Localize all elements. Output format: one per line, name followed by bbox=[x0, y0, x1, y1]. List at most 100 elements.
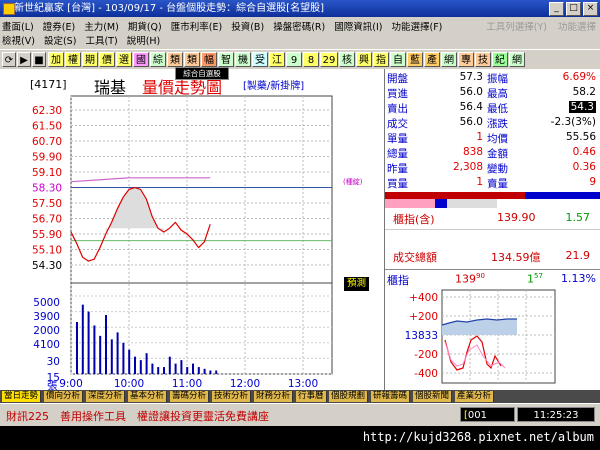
toolbar-button-3[interactable]: 價 bbox=[99, 52, 115, 67]
toolbar-button-14[interactable]: 9 bbox=[286, 52, 302, 67]
toolbar-button-24[interactable]: 專 bbox=[458, 52, 474, 67]
minimize-button[interactable]: _ bbox=[549, 2, 564, 16]
toolbar-button-2[interactable]: 期 bbox=[82, 52, 98, 67]
volume-bar bbox=[203, 368, 206, 374]
menu-forex-rates[interactable]: 匯市利率(E) bbox=[171, 22, 222, 33]
tab-11[interactable]: 產業分析 bbox=[455, 391, 495, 402]
menu-toolbar-select[interactable]: 工具列選擇(Y) bbox=[486, 22, 547, 33]
menu-screen[interactable]: 畫面(L) bbox=[2, 22, 34, 33]
menu-view[interactable]: 檢視(V) bbox=[2, 36, 35, 47]
volume-bar bbox=[197, 367, 200, 374]
time-tick-label: 9:00 bbox=[59, 378, 83, 390]
toolbar-button-17[interactable]: 核 bbox=[339, 52, 355, 67]
quote-value: 57.3 bbox=[459, 71, 483, 83]
tab-10[interactable]: 個股新聞 bbox=[413, 391, 453, 402]
quote-value: 9 bbox=[589, 176, 596, 188]
play-icon[interactable]: ▶ bbox=[17, 52, 31, 67]
toolbar-button-16[interactable]: 29 bbox=[320, 52, 338, 67]
price-tick-label: 55.90 bbox=[32, 229, 62, 241]
bid-ask-bar-2 bbox=[385, 199, 600, 208]
toolbar-button-11[interactable]: 機 bbox=[235, 52, 251, 67]
toolbar-button-27[interactable]: 網 bbox=[509, 52, 525, 67]
plot-frame bbox=[70, 95, 333, 375]
toolbar-button-19[interactable]: 指 bbox=[373, 52, 389, 67]
menu-trading-code[interactable]: 操盤密碼(R) bbox=[273, 22, 325, 33]
toolbar-button-7[interactable]: 類 bbox=[167, 52, 183, 67]
tab-4[interactable]: 籌碼分析 bbox=[170, 391, 210, 402]
news-marquee[interactable]: 財訊225 善用操作工具 權證讓投資更靈活免費講座 bbox=[6, 408, 269, 424]
tab-8[interactable]: 個股規劃 bbox=[329, 391, 369, 402]
tab-1[interactable]: 價向分析 bbox=[44, 391, 84, 402]
tab-7[interactable]: 行事曆 bbox=[296, 391, 327, 402]
quote-label: 買進 bbox=[387, 88, 408, 100]
window-controls: _ □ × bbox=[549, 2, 598, 16]
quote-value: 6.69% bbox=[562, 71, 596, 83]
toolbar-button-10[interactable]: 智 bbox=[218, 52, 234, 67]
quote-label: 均價 bbox=[487, 133, 508, 145]
volume-bar bbox=[209, 370, 212, 374]
volume-unit-label: 張 bbox=[47, 380, 58, 390]
code-box[interactable]: [001 bbox=[460, 407, 515, 422]
volume-bar bbox=[128, 349, 131, 374]
tab-6[interactable]: 財務分析 bbox=[254, 391, 294, 402]
toolbar-button-8[interactable]: 類 bbox=[184, 52, 200, 67]
quote-value: 1 bbox=[476, 176, 483, 188]
quote-row: 總量 838 金額 0.46 bbox=[387, 146, 598, 161]
toolbar-button-26[interactable]: 紀 bbox=[492, 52, 508, 67]
toolbar-button-1[interactable]: 權 bbox=[65, 52, 81, 67]
menu-help[interactable]: 說明(H) bbox=[127, 36, 161, 47]
toolbar-button-23[interactable]: 網 bbox=[441, 52, 457, 67]
toolbar-button-4[interactable]: 選 bbox=[116, 52, 132, 67]
menu-function-select-right[interactable]: 功能選擇 bbox=[558, 22, 596, 33]
bid-ask-bar bbox=[385, 192, 600, 199]
quote-row: 單量 1 均價 55.56 bbox=[387, 131, 598, 146]
code-box-value: 001 bbox=[467, 410, 487, 421]
stop-icon[interactable]: ■ bbox=[32, 52, 46, 67]
maximize-button[interactable]: □ bbox=[566, 2, 581, 16]
toolbar-button-15[interactable]: 8 bbox=[303, 52, 319, 67]
tab-9[interactable]: 研報籌碼 bbox=[371, 391, 411, 402]
refresh-icon[interactable]: ⟳ bbox=[2, 52, 16, 67]
quote-value: 1 bbox=[476, 131, 483, 143]
price-tick-label: 62.30 bbox=[32, 105, 62, 117]
toolbar-button-9[interactable]: 幅 bbox=[201, 52, 217, 67]
toolbar-button-0[interactable]: 加 bbox=[48, 52, 64, 67]
menu-function-select[interactable]: 功能選擇(F) bbox=[391, 22, 442, 33]
toolbar-button-5[interactable]: 國 bbox=[133, 52, 149, 67]
menu-futures[interactable]: 期貨(Q) bbox=[128, 22, 162, 33]
quote-label: 振幅 bbox=[487, 73, 508, 85]
volume-bar bbox=[76, 322, 78, 374]
tab-0[interactable]: 當日走勢 bbox=[2, 391, 42, 402]
toolbar-button-6[interactable]: 綜 bbox=[150, 52, 166, 67]
menu-settings[interactable]: 設定(S) bbox=[44, 36, 76, 47]
toolbar-button-22[interactable]: 產 bbox=[424, 52, 440, 67]
menu-tools[interactable]: 工具(T) bbox=[85, 36, 117, 47]
total-label: 成交總額 bbox=[393, 251, 437, 264]
menu-securities[interactable]: 證券(E) bbox=[43, 22, 75, 33]
time-tick-label: 12:00 bbox=[230, 378, 260, 390]
menu-intl-info[interactable]: 國際資訊(I) bbox=[334, 22, 382, 33]
tab-2[interactable]: 深度分析 bbox=[86, 391, 126, 402]
index-row[interactable]: 櫃指(含) 139.90 1.57 bbox=[385, 208, 600, 230]
menu-investment[interactable]: 投資(B) bbox=[231, 22, 264, 33]
price-volume-chart: 62.30 61.50 60.70 59.90 59.10 58.30 57.50 56.70… bbox=[32, 95, 333, 390]
toolbar-button-21[interactable]: 藍 bbox=[407, 52, 423, 67]
toolbar-button-20[interactable]: 自 bbox=[390, 52, 406, 67]
quote-label: 最低 bbox=[487, 103, 508, 115]
toolbar-button-25[interactable]: 技 bbox=[475, 52, 491, 67]
tab-5[interactable]: 技術分析 bbox=[212, 391, 252, 402]
volume-bar bbox=[99, 335, 102, 374]
window-title: 新世紀贏家 [台灣] - 103/09/17 - 台盤個股走勢：綜合自選股[名望… bbox=[14, 3, 324, 14]
toolbar-button-18[interactable]: 興 bbox=[356, 52, 372, 67]
index-label: 櫃指(含) bbox=[393, 213, 435, 226]
toolbar-button-12[interactable]: 受 bbox=[252, 52, 268, 67]
close-button[interactable]: × bbox=[583, 2, 598, 16]
toolbar-button-13[interactable]: 江 bbox=[269, 52, 285, 67]
index-line bbox=[70, 177, 211, 183]
volume-bar bbox=[180, 360, 183, 374]
time-tick-label: 11:00 bbox=[172, 378, 202, 390]
menu-row-2: 檢視(V) 設定(S) 工具(T) 說明(H) bbox=[2, 33, 166, 47]
menu-main-force[interactable]: 主力(M) bbox=[84, 22, 119, 33]
quote-label: 最高 bbox=[487, 88, 508, 100]
tab-3[interactable]: 基本分析 bbox=[128, 391, 168, 402]
